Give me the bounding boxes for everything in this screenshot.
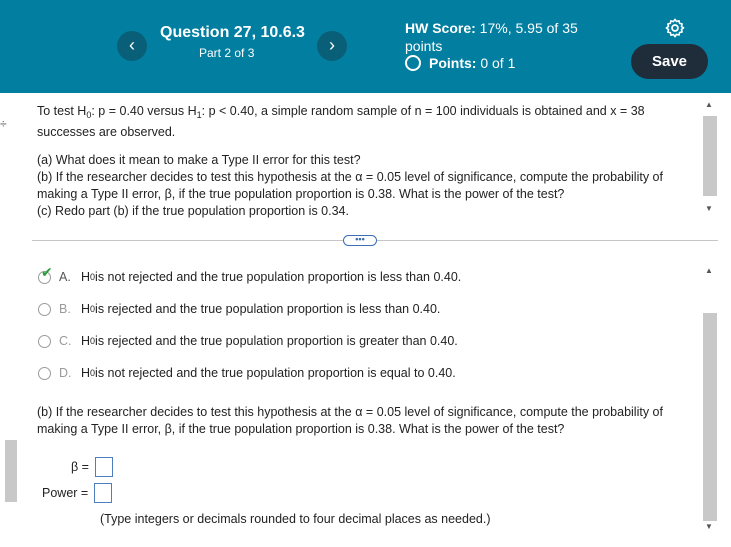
question-part-a: (a) What does it mean to make a Type II … — [37, 153, 361, 167]
save-button[interactable]: Save — [631, 44, 708, 79]
radio-b[interactable] — [38, 302, 51, 316]
option-c[interactable]: C. H0 is rejected and the true populatio… — [38, 334, 458, 348]
scroll-down-icon[interactable]: ▼ — [705, 522, 713, 531]
scroll-up-icon[interactable]: ▲ — [705, 100, 713, 109]
scroll-up-icon[interactable]: ▲ — [705, 266, 713, 275]
answer-hint: (Type integers or decimals rounded to fo… — [100, 512, 491, 526]
answer-scrollbar-thumb[interactable] — [703, 313, 717, 521]
radio-d[interactable] — [38, 366, 51, 380]
beta-label: β = — [71, 460, 89, 474]
left-scrollbar-thumb[interactable] — [5, 440, 17, 502]
question-parts: (a) What does it mean to make a Type II … — [37, 152, 697, 220]
collapse-icon[interactable]: ÷ — [0, 117, 7, 131]
question-scrollbar[interactable]: ▲ ▼ — [702, 100, 718, 218]
power-input[interactable] — [94, 483, 113, 503]
question-part-c: (c) Redo part (b) if the true population… — [37, 204, 349, 218]
checkmark-icon: ✔ — [41, 264, 53, 280]
beta-row: β = — [71, 457, 113, 477]
chevron-left-icon: ‹ — [129, 35, 135, 55]
option-d[interactable]: D. H0 is not rejected and the true popul… — [38, 366, 456, 380]
beta-input[interactable] — [94, 457, 113, 477]
scroll-down-icon[interactable]: ▼ — [705, 204, 713, 213]
previous-question-button[interactable]: ‹ — [117, 31, 147, 61]
gear-icon[interactable] — [664, 17, 686, 39]
option-b[interactable]: B. H0 is rejected and the true populatio… — [38, 302, 440, 316]
question-scrollbar-thumb[interactable] — [703, 116, 717, 196]
points-status: Points: 0 of 1 — [405, 55, 515, 71]
option-b-text: is rejected and the true population prop… — [95, 302, 441, 316]
question-part: Part 2 of 3 — [199, 46, 255, 60]
answer-scrollbar[interactable]: ▲ ▼ — [702, 262, 718, 534]
question-intro: To test H0: p = 0.40 versus H1: p < 0.40… — [37, 103, 697, 141]
header-bar: ‹ Question 27, 10.6.3 Part 2 of 3 › HW S… — [0, 0, 731, 93]
option-a[interactable]: ✔ A. H0 is not rejected and the true pop… — [38, 264, 462, 284]
power-row: Power = — [42, 483, 113, 503]
option-c-text: is rejected and the true population prop… — [95, 334, 458, 348]
points-circle-icon — [405, 55, 421, 71]
hw-score: HW Score: 17%, 5.95 of 35 points — [405, 19, 595, 55]
radio-c[interactable] — [38, 334, 51, 348]
answer-part-b-prompt: (b) If the researcher decides to test th… — [37, 405, 663, 436]
option-d-text: is not rejected and the true population … — [95, 366, 456, 380]
question-title: Question 27, 10.6.3 — [160, 24, 305, 41]
chevron-right-icon: › — [329, 35, 335, 55]
option-a-text: is not rejected and the true population … — [95, 270, 462, 284]
question-part-b: (b) If the researcher decides to test th… — [37, 170, 663, 201]
next-question-button[interactable]: › — [317, 31, 347, 61]
question-intro-line2: successes are observed. — [37, 125, 176, 139]
expand-dots-button[interactable]: ••• — [343, 235, 377, 246]
hw-score-label: HW Score: — [405, 20, 476, 36]
points-value: 0 of 1 — [476, 55, 516, 71]
points-label: Points: — [429, 55, 477, 71]
left-rail: ÷ — [0, 93, 20, 547]
power-label: Power = — [42, 486, 89, 500]
